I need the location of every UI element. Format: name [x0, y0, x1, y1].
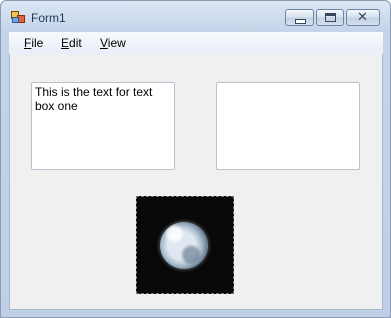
menu-edit[interactable]: Edit — [61, 36, 82, 50]
window-title: Form1 — [31, 11, 66, 25]
maximize-icon — [325, 13, 336, 22]
close-icon: ✕ — [357, 10, 368, 25]
close-button[interactable]: ✕ — [346, 9, 380, 26]
title-bar[interactable]: Form1 ✕ — [1, 1, 390, 31]
picture-box[interactable] — [136, 196, 234, 294]
menu-bar: File Edit View — [9, 32, 383, 54]
form-client-area: This is the text for text box one — [9, 54, 383, 310]
menu-file[interactable]: File — [24, 36, 43, 50]
moon-image — [160, 222, 208, 269]
form1-window: Form1 ✕ File Edit View This is the text … — [0, 0, 391, 318]
minimize-icon — [295, 19, 306, 24]
form-app-icon[interactable] — [11, 11, 25, 23]
menu-view[interactable]: View — [100, 36, 126, 50]
text-box-two[interactable] — [216, 82, 360, 170]
maximize-button[interactable] — [316, 9, 344, 26]
text-box-one[interactable]: This is the text for text box one — [31, 82, 175, 170]
minimize-button[interactable] — [285, 9, 314, 26]
